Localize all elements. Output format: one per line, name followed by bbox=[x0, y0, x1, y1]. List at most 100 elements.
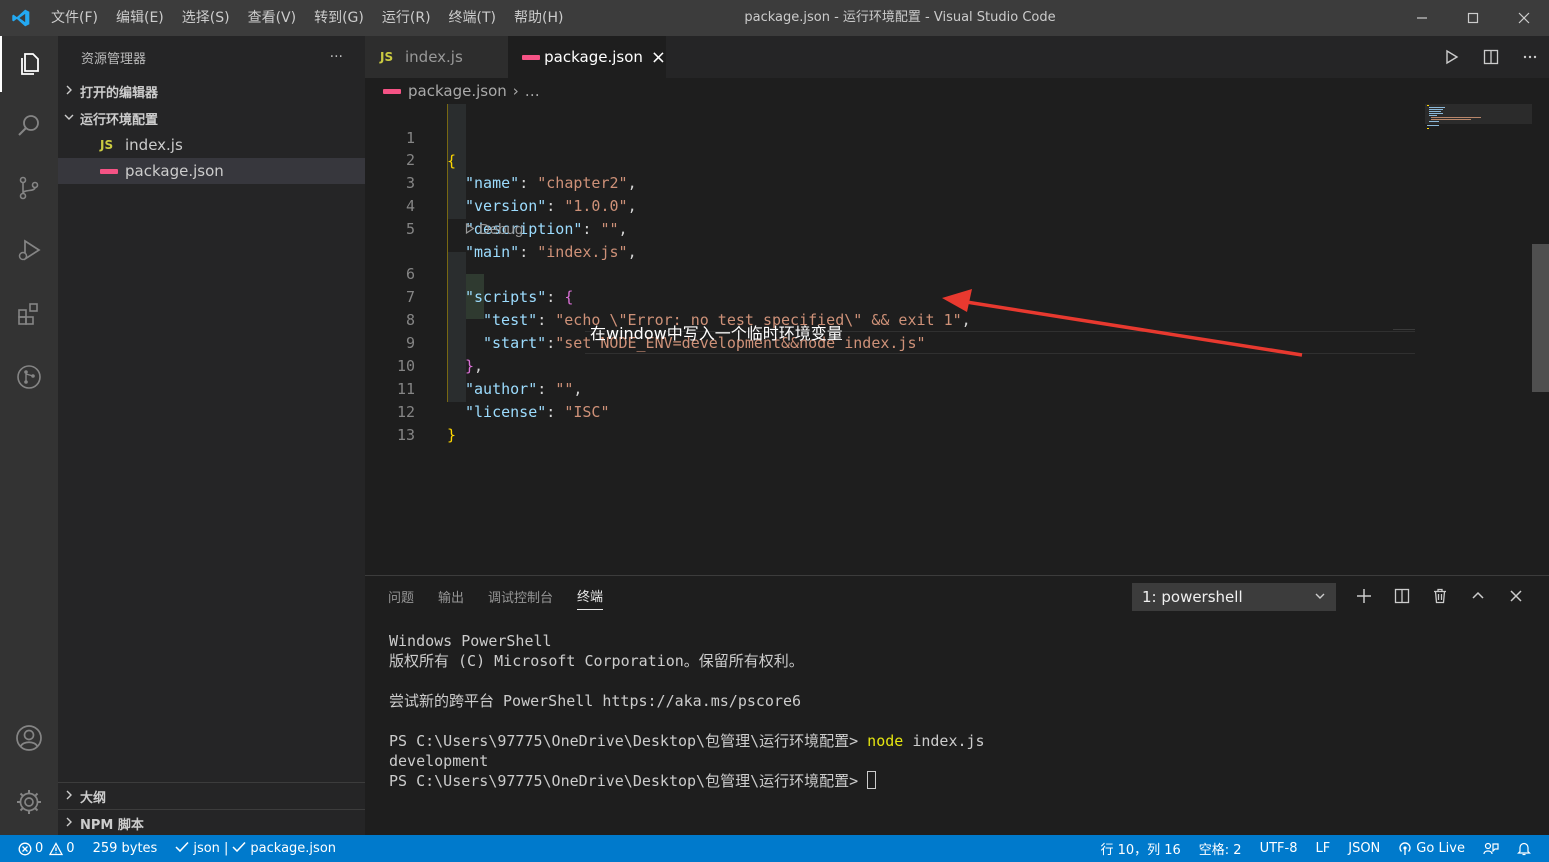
tab-index-js[interactable]: JS index.js bbox=[365, 36, 508, 78]
menu-run[interactable]: 运行(R) bbox=[373, 0, 440, 36]
run-debug-icon[interactable] bbox=[0, 222, 58, 278]
play-icon bbox=[465, 222, 475, 235]
code-line: 4 "description": "", bbox=[365, 172, 628, 238]
panel-actions bbox=[1345, 576, 1535, 616]
status-bar-right: 行 10，列 16 空格: 2 UTF-8 LF JSON Go Live bbox=[1100, 835, 1549, 862]
new-terminal-icon[interactable] bbox=[1345, 588, 1383, 604]
bell-icon[interactable] bbox=[1517, 841, 1531, 856]
code-line: 10 "author": "", bbox=[365, 332, 582, 398]
panel-tabs: 问题 输出 调试控制台 终端 bbox=[365, 576, 627, 616]
menu-file[interactable]: 文件(F) bbox=[42, 0, 107, 36]
minimap[interactable] bbox=[1425, 104, 1532, 574]
terminal-line: development bbox=[389, 752, 489, 770]
line-number: 5 bbox=[405, 220, 415, 238]
maximize-button[interactable] bbox=[1447, 0, 1498, 36]
line-content: { bbox=[447, 152, 457, 170]
tab-debug-console[interactable]: 调试控制台 bbox=[488, 583, 553, 610]
minimize-button[interactable] bbox=[1396, 0, 1447, 36]
npm-scripts-section[interactable]: NPM 脚本 bbox=[58, 810, 365, 837]
error-count: 0 bbox=[35, 841, 44, 856]
folder-section[interactable]: 运行环境配置 bbox=[58, 105, 365, 132]
line-content: "license": "ISC" bbox=[465, 403, 610, 421]
npm-scripts-label: NPM 脚本 bbox=[80, 818, 144, 833]
code-line: 5 "main": "index.js", bbox=[365, 195, 637, 261]
menu-help[interactable]: 帮助(H) bbox=[505, 0, 572, 36]
end-of-line[interactable]: LF bbox=[1316, 841, 1331, 856]
run-code-icon[interactable] bbox=[1432, 49, 1471, 65]
warning-icon bbox=[49, 841, 64, 855]
trash-icon[interactable] bbox=[1421, 588, 1459, 604]
json-validation[interactable]: json | package.json bbox=[175, 841, 336, 857]
breadcrumb-rest[interactable]: … bbox=[525, 82, 540, 100]
problems-indicator[interactable]: 0 0 bbox=[18, 841, 75, 856]
search-icon[interactable] bbox=[0, 98, 58, 154]
broadcast-icon bbox=[1399, 841, 1411, 855]
line-content: }, bbox=[465, 357, 484, 375]
encoding[interactable]: UTF-8 bbox=[1260, 841, 1298, 856]
cursor-position[interactable]: 行 10，列 16 bbox=[1100, 839, 1180, 858]
maximize-panel-icon[interactable] bbox=[1459, 588, 1497, 604]
code-line: 11 "license": "ISC" bbox=[365, 355, 610, 421]
code-editor[interactable]: 1 { 2 "name": "chapter2", 3 "version": "… bbox=[365, 104, 1532, 574]
gear-icon[interactable] bbox=[0, 774, 58, 830]
debug-codelens[interactable]: Debug bbox=[465, 221, 523, 238]
more-actions-icon[interactable]: ··· bbox=[330, 49, 343, 65]
prompt-text: PS C:\Users\97775\OneDrive\Desktop\包管理\运… bbox=[389, 732, 868, 750]
check-icon bbox=[232, 841, 246, 857]
split-editor-icon[interactable] bbox=[1471, 49, 1510, 65]
tab-terminal[interactable]: 终端 bbox=[577, 582, 604, 610]
command-name: node bbox=[867, 732, 904, 750]
menu-bar: 文件(F) 编辑(E) 选择(S) 查看(V) 转到(G) 运行(R) 终端(T… bbox=[42, 0, 572, 36]
menu-go[interactable]: 转到(G) bbox=[305, 0, 373, 36]
accounts-icon[interactable] bbox=[0, 710, 58, 766]
go-live-button[interactable]: Go Live bbox=[1398, 841, 1465, 856]
file-item-index-js[interactable]: JS index.js bbox=[58, 132, 365, 158]
git-graph-icon[interactable] bbox=[0, 349, 58, 405]
npm-scripts-section-wrap: NPM 脚本 bbox=[58, 809, 365, 837]
more-actions-icon[interactable] bbox=[1510, 49, 1549, 65]
terminal-select[interactable]: 1: powershell bbox=[1132, 583, 1336, 611]
code-line: 6 "scripts": { bbox=[365, 240, 573, 306]
extensions-icon[interactable] bbox=[0, 286, 58, 342]
tab-output[interactable]: 输出 bbox=[438, 583, 464, 610]
close-window-button[interactable] bbox=[1498, 0, 1549, 36]
indentation[interactable]: 空格: 2 bbox=[1199, 839, 1242, 858]
breadcrumb-separator: › bbox=[512, 82, 519, 100]
terminal-select-value: 1: powershell bbox=[1142, 588, 1243, 606]
terminal-output[interactable]: Windows PowerShell 版权所有 (C) Microsoft Co… bbox=[389, 631, 985, 791]
scrollbar-thumb[interactable] bbox=[1532, 244, 1549, 392]
close-panel-icon[interactable] bbox=[1497, 589, 1535, 603]
explorer-header: 资源管理器 ··· bbox=[58, 36, 365, 78]
tab-package-json[interactable]: package.json × bbox=[508, 36, 666, 78]
code-line: 1 { bbox=[365, 104, 456, 170]
menu-view[interactable]: 查看(V) bbox=[239, 0, 306, 36]
tab-problems[interactable]: 问题 bbox=[388, 583, 414, 610]
terminal-cursor bbox=[867, 771, 877, 789]
menu-edit[interactable]: 编辑(E) bbox=[107, 0, 173, 36]
file-item-package-json[interactable]: package.json bbox=[58, 158, 365, 184]
language-mode[interactable]: JSON bbox=[1348, 841, 1380, 856]
explorer-icon[interactable] bbox=[0, 36, 58, 92]
menu-selection[interactable]: 选择(S) bbox=[173, 0, 239, 36]
chevron-right-icon bbox=[64, 790, 80, 803]
code-line: 12 } bbox=[365, 378, 456, 444]
activity-bar bbox=[0, 36, 58, 835]
open-editors-section[interactable]: 打开的编辑器 bbox=[58, 78, 365, 105]
editor-scrollbar[interactable] bbox=[1532, 104, 1549, 574]
menu-terminal[interactable]: 终端(T) bbox=[440, 0, 505, 36]
feedback-icon[interactable] bbox=[1483, 842, 1499, 856]
source-control-icon[interactable] bbox=[0, 160, 58, 216]
outline-section[interactable]: 大纲 bbox=[58, 783, 365, 810]
close-tab-icon[interactable]: × bbox=[651, 47, 666, 68]
line-content: "scripts": { bbox=[465, 288, 574, 306]
prompt-text: PS C:\Users\97775\OneDrive\Desktop\包管理\运… bbox=[389, 772, 868, 790]
open-editors-label: 打开的编辑器 bbox=[80, 86, 159, 101]
terminal-line: 尝试新的跨平台 PowerShell https://aka.ms/pscore… bbox=[389, 692, 802, 710]
file-name: index.js bbox=[125, 136, 183, 154]
line-content: "author": "", bbox=[465, 380, 583, 398]
outline-label: 大纲 bbox=[80, 791, 107, 806]
split-terminal-icon[interactable] bbox=[1383, 588, 1421, 604]
breadcrumb-file[interactable]: package.json bbox=[408, 82, 507, 100]
terminal-line: 版权所有 (C) Microsoft Corporation。保留所有权利。 bbox=[389, 652, 804, 670]
breadcrumb: package.json › … bbox=[365, 78, 540, 104]
